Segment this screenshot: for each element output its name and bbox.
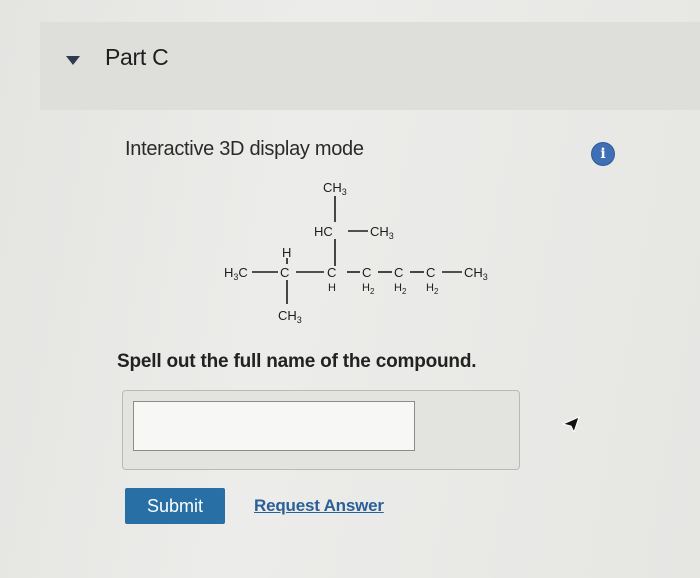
submit-button[interactable]: Submit [125, 488, 225, 524]
part-title: Part C [105, 44, 169, 70]
side-ch3-label: CH3 [370, 224, 394, 241]
request-answer-link[interactable]: Request Answer [254, 496, 384, 516]
collapse-toggle-icon[interactable] [66, 56, 80, 65]
chain-h2-label-3: H2 [426, 282, 439, 296]
chain-c3-label: C [362, 265, 371, 280]
mouse-cursor-icon [561, 416, 580, 434]
chain-h-label: H [328, 282, 336, 294]
structural-formula: CH3 HC CH3 H3C H C C H C H2 C H2 C H2 CH… [224, 180, 488, 325]
top-ch3-label: CH3 [323, 180, 347, 197]
bottom-ch3-label: CH3 [278, 308, 302, 325]
info-icon[interactable]: i [592, 143, 614, 165]
h-label: H [282, 245, 291, 260]
end-ch3-label: CH3 [464, 265, 488, 282]
chain-c1-label: C [280, 265, 289, 280]
chain-c2-label: C [327, 265, 336, 280]
question-prompt: Spell out the full name of the compound. [117, 351, 477, 372]
chain-h2-label-2: H2 [394, 282, 407, 296]
chain-h2-label-1: H2 [362, 282, 375, 296]
chain-c4-label: C [394, 265, 403, 280]
left-h3c-label: H3C [224, 265, 248, 282]
display-mode-label: Interactive 3D display mode [125, 138, 364, 160]
chain-c5-label: C [426, 265, 435, 280]
answer-input[interactable] [133, 401, 415, 451]
screen: Part C Interactive 3D display mode i CH3… [0, 0, 700, 578]
hc-label: HC [314, 224, 333, 239]
